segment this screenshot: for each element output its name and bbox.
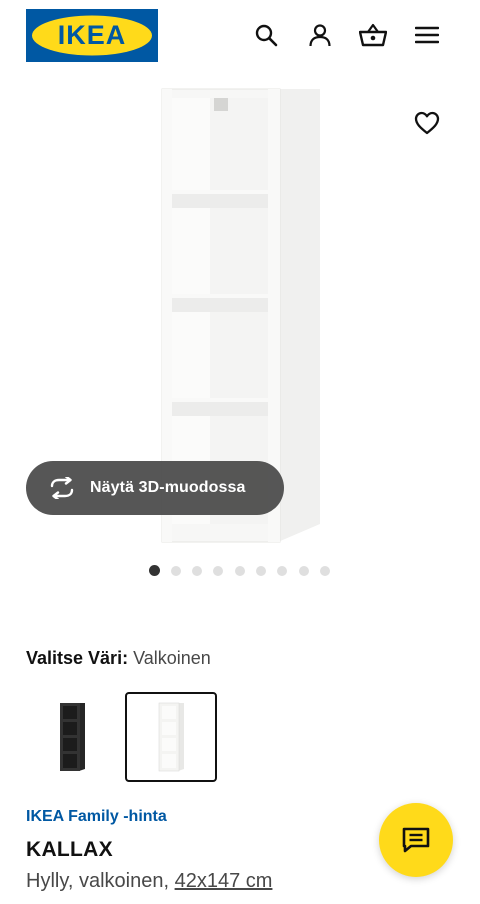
black-brown-shelf-thumbnail	[60, 703, 85, 771]
chat-icon	[402, 827, 430, 853]
gallery-dot[interactable]	[149, 565, 160, 576]
gallery-dot[interactable]	[320, 566, 330, 576]
ikea-logo-mark: IKEA	[32, 15, 152, 56]
product-image-gallery[interactable]: Näytä 3D-muodossa	[0, 72, 480, 550]
product-description: Hylly, valkoinen, 42x147 cm	[26, 870, 272, 893]
gallery-dot[interactable]	[213, 566, 223, 576]
color-value: Valkoinen	[133, 648, 211, 668]
ikea-logo[interactable]: IKEA	[26, 9, 158, 62]
header: IKEA	[0, 0, 480, 72]
chat-button[interactable]	[379, 803, 453, 877]
account-icon[interactable]	[305, 20, 335, 50]
menu-icon[interactable]	[412, 20, 442, 50]
gallery-dot[interactable]	[235, 566, 245, 576]
color-swatch-black-brown[interactable]	[26, 692, 118, 782]
ikea-family-price-label: IKEA Family -hinta	[26, 808, 167, 825]
gallery-dot[interactable]	[299, 566, 309, 576]
gallery-dot[interactable]	[192, 566, 202, 576]
view-3d-label: Näytä 3D-muodossa	[90, 479, 246, 496]
gallery-dot[interactable]	[171, 566, 181, 576]
gallery-dot[interactable]	[256, 566, 266, 576]
view-3d-button[interactable]: Näytä 3D-muodossa	[26, 461, 284, 515]
white-shelf-thumbnail	[158, 702, 184, 772]
color-swatch-white[interactable]	[125, 692, 217, 782]
basket-icon[interactable]	[358, 20, 388, 50]
rotate-3d-icon	[50, 477, 74, 499]
gallery-dot[interactable]	[277, 566, 287, 576]
product-size-link[interactable]: 42x147 cm	[175, 870, 273, 892]
favourite-heart-icon[interactable]	[410, 106, 444, 140]
product-description-text: Hylly, valkoinen,	[26, 870, 170, 892]
logo-text: IKEA	[58, 20, 127, 50]
search-icon[interactable]	[251, 20, 281, 50]
product-name: KALLAX	[26, 838, 113, 861]
color-selector-label: Valitse Väri: Valkoinen	[26, 648, 211, 669]
color-label: Valitse Väri:	[26, 648, 129, 668]
gallery-pagination	[0, 565, 480, 577]
